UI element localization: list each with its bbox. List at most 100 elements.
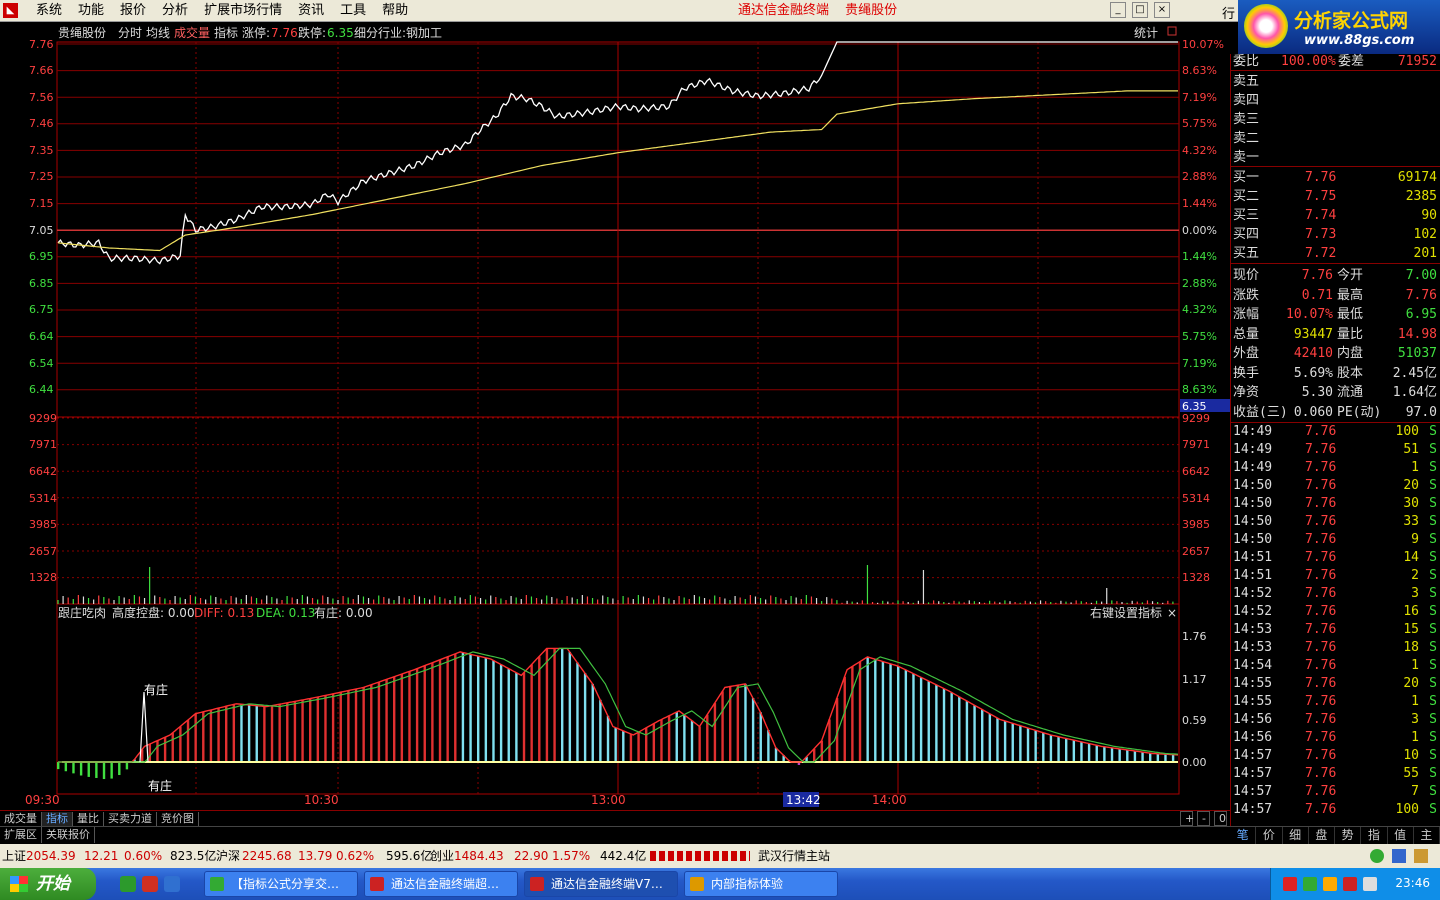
tab-timeshare[interactable]: 分时 (118, 26, 142, 40)
user-icon[interactable] (1414, 849, 1428, 863)
tray-volume-icon[interactable] (1363, 877, 1377, 891)
tick-row[interactable]: 14:51 7.76 2 S (1231, 567, 1440, 585)
indicator-bar (263, 706, 266, 762)
tick-row[interactable]: 14:50 7.76 33 S (1231, 513, 1440, 531)
quicklaunch-browser-icon[interactable] (164, 876, 180, 892)
tick-side: S (1429, 478, 1437, 493)
tick-row[interactable]: 14:50 7.76 30 S (1231, 495, 1440, 513)
tick-row[interactable]: 14:56 7.76 3 S (1231, 711, 1440, 729)
menu-info[interactable]: 资讯 (290, 3, 332, 19)
quote-panel[interactable]: 委比 100.00% 委差 71952 卖五 卖四 卖三 卖二 卖一 买一 7.7… (1230, 54, 1440, 826)
reset-button[interactable]: 0 (1214, 811, 1227, 826)
taskbar-window-3[interactable]: 通达信金融终端V7… (524, 871, 678, 897)
tab-volume[interactable]: 成交量 (174, 25, 210, 40)
tab-avg-line[interactable]: 均线 (146, 26, 170, 40)
sh-index-label[interactable]: 上证 (2, 844, 26, 868)
tab-main[interactable]: 主 (1414, 827, 1440, 844)
tick-row[interactable]: 14:49 7.76 1 S (1231, 459, 1440, 477)
close-icon[interactable]: × (1154, 2, 1170, 18)
stats-button[interactable]: 统计 (1134, 26, 1158, 40)
menu-tools[interactable]: 工具 (332, 3, 374, 19)
indicator-close-icon[interactable]: × (1167, 606, 1177, 620)
indicator-name[interactable]: 跟庄吃肉 (58, 605, 106, 620)
tick-row[interactable]: 14:50 7.76 20 S (1231, 477, 1440, 495)
bid-row[interactable]: 买五 7.72 201 (1231, 244, 1440, 263)
connection-status-icon[interactable] (1370, 849, 1384, 863)
tab-price[interactable]: 价 (1256, 827, 1283, 844)
tick-row[interactable]: 14:52 7.76 16 S (1231, 603, 1440, 621)
menu-system[interactable]: 系统 (28, 3, 70, 19)
tick-row[interactable]: 14:53 7.76 18 S (1231, 639, 1440, 657)
tick-row[interactable]: 14:57 7.76 55 S (1231, 765, 1440, 783)
tab-volume-ratio[interactable]: 量比 (73, 812, 104, 826)
bid-row[interactable]: 买一 7.76 69174 (1231, 168, 1440, 187)
extension-tabs: 扩展区 关联报价 (0, 826, 1230, 844)
tick-row[interactable]: 14:57 7.76 10 S (1231, 747, 1440, 765)
tab-buy-sell-force[interactable]: 买卖力道 (104, 812, 157, 826)
taskbar-window-2[interactable]: 通达信金融终端超… (364, 871, 518, 897)
tick-row[interactable]: 14:55 7.76 1 S (1231, 693, 1440, 711)
tick-row[interactable]: 14:57 7.76 100 S (1231, 801, 1440, 819)
zoom-in-button[interactable]: + (1180, 811, 1194, 826)
server-name[interactable]: 武汉行情主站 (758, 844, 830, 868)
tab-auction-chart[interactable]: 竞价图 (157, 812, 199, 826)
sz-index-label[interactable]: 沪深 (216, 844, 240, 868)
tray-ime-icon[interactable] (1343, 877, 1357, 891)
quicklaunch-ie-icon[interactable] (120, 876, 136, 892)
intraday-chart[interactable]: 贵绳股份 分时 均线 成交量 指标 涨停: 7.76 跌停: 6.35 细分行业… (0, 22, 1230, 810)
right-tab[interactable]: 行 (1222, 3, 1235, 22)
tab-value[interactable]: 值 (1388, 827, 1414, 844)
tab-board[interactable]: 盘 (1309, 827, 1335, 844)
tick-row[interactable]: 14:55 7.76 20 S (1231, 675, 1440, 693)
tab-indicator-bottom[interactable]: 指标 (42, 812, 73, 826)
tray-network-icon[interactable] (1303, 877, 1317, 891)
maximize-icon[interactable]: □ (1132, 2, 1148, 18)
tick-row[interactable]: 14:56 7.76 1 S (1231, 729, 1440, 747)
tray-shield-icon[interactable] (1323, 877, 1337, 891)
indicator-settings-hint[interactable]: 右键设置指标 (1090, 605, 1162, 620)
taskbar-window-4[interactable]: 内部指标体验 (684, 871, 838, 897)
tick-row[interactable]: 14:57 7.76 7 S (1231, 783, 1440, 801)
tab-index[interactable]: 指 (1361, 827, 1388, 844)
tab-detail[interactable]: 细 (1283, 827, 1309, 844)
quicklaunch-app-icon[interactable] (142, 876, 158, 892)
menu-extended-market[interactable]: 扩展市场行情 (196, 3, 290, 19)
bid-price: 7.72 (1305, 246, 1337, 261)
cy-index-label[interactable]: 创业 (430, 844, 454, 868)
indicator-bar (751, 698, 755, 762)
tick-row[interactable]: 14:49 7.76 100 S (1231, 423, 1440, 441)
price-tick: 7.35 (29, 144, 54, 157)
tick-row[interactable]: 14:53 7.76 15 S (1231, 621, 1440, 639)
tab-ticks[interactable]: 笔 (1230, 827, 1257, 844)
tab-indicator[interactable]: 指标 (214, 25, 238, 40)
tab-volume-bottom[interactable]: 成交量 (0, 812, 42, 826)
tick-row[interactable]: 14:49 7.76 51 S (1231, 441, 1440, 459)
tray-security-icon[interactable] (1283, 877, 1297, 891)
menu-function[interactable]: 功能 (70, 3, 112, 19)
tick-row[interactable]: 14:50 7.76 9 S (1231, 531, 1440, 549)
bid-row[interactable]: 买四 7.73 102 (1231, 225, 1440, 244)
zoom-out-button[interactable]: - (1197, 811, 1210, 826)
tick-row[interactable]: 14:52 7.76 3 S (1231, 585, 1440, 603)
stat-value: 0.060 (1293, 404, 1333, 420)
start-button[interactable]: 开始 (0, 868, 96, 900)
tick-row[interactable]: 14:51 7.76 14 S (1231, 549, 1440, 567)
stats-toggle-icon[interactable] (1167, 26, 1177, 36)
tab-related-quote[interactable]: 关联报价 (42, 827, 95, 843)
menu-help[interactable]: 帮助 (374, 3, 416, 19)
stat-label: 股本 (1337, 365, 1364, 381)
app-logo-icon[interactable]: ◣ (3, 3, 18, 18)
chart-canvas[interactable]: 贵绳股份 分时 均线 成交量 指标 涨停: 7.76 跌停: 6.35 细分行业… (0, 22, 1230, 810)
minimize-icon[interactable]: _ (1110, 2, 1126, 18)
tab-extension-area[interactable]: 扩展区 (0, 827, 42, 843)
menu-quote[interactable]: 报价 (112, 3, 154, 19)
indicator-bar (469, 654, 472, 762)
tick-side: S (1429, 496, 1437, 511)
taskbar-window-1[interactable]: 【指标公式分享交… (204, 871, 358, 897)
menu-analysis[interactable]: 分析 (154, 3, 196, 19)
bid-row[interactable]: 买三 7.74 90 (1231, 206, 1440, 225)
message-icon[interactable] (1392, 849, 1406, 863)
bid-row[interactable]: 买二 7.75 2385 (1231, 187, 1440, 206)
tick-row[interactable]: 14:54 7.76 1 S (1231, 657, 1440, 675)
tab-trend[interactable]: 势 (1335, 827, 1362, 844)
